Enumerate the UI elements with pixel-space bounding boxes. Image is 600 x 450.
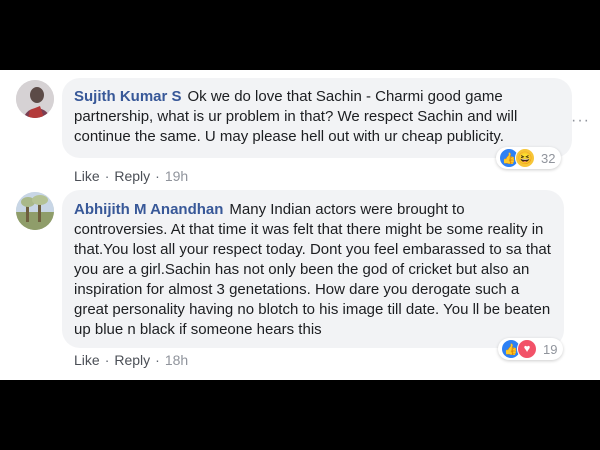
comment-bubble: Abhijith M Anandhan Many Indian actors we…	[62, 190, 564, 348]
user-avatar-image	[16, 192, 54, 230]
comment-actions: Like · Reply · 19h	[74, 168, 188, 184]
more-options-icon[interactable]: ···	[571, 112, 590, 130]
reaction-summary[interactable]: 👍 ♥ 19	[498, 338, 564, 360]
like-button[interactable]: Like	[74, 168, 100, 184]
comment-text: Many Indian actors were brought to contr…	[74, 201, 551, 338]
separator: ·	[155, 168, 160, 184]
reaction-count: 19	[543, 341, 558, 357]
avatar[interactable]	[16, 192, 54, 230]
comments-panel: Sujith Kumar S Ok we do love that Sachin …	[0, 70, 600, 380]
avatar[interactable]	[16, 80, 54, 118]
reaction-count: 32	[541, 150, 556, 166]
comment-bubble: Sujith Kumar S Ok we do love that Sachin …	[62, 78, 572, 158]
separator: ·	[104, 168, 110, 184]
comment-author[interactable]: Sujith Kumar S	[74, 88, 182, 105]
separator: ·	[104, 352, 110, 368]
comment-author[interactable]: Abhijith M Anandhan	[74, 201, 223, 218]
haha-icon: 😆	[515, 148, 535, 168]
reaction-summary[interactable]: 👍 😆 32	[496, 147, 562, 169]
comment-actions: Like · Reply · 18h	[74, 352, 188, 368]
separator: ·	[155, 352, 160, 368]
timestamp[interactable]: 18h	[165, 352, 188, 368]
user-avatar-image	[16, 80, 54, 118]
reply-button[interactable]: Reply	[114, 352, 150, 368]
like-button[interactable]: Like	[74, 352, 100, 368]
love-icon: ♥	[517, 339, 537, 359]
timestamp[interactable]: 19h	[165, 168, 188, 184]
reply-button[interactable]: Reply	[114, 168, 150, 184]
